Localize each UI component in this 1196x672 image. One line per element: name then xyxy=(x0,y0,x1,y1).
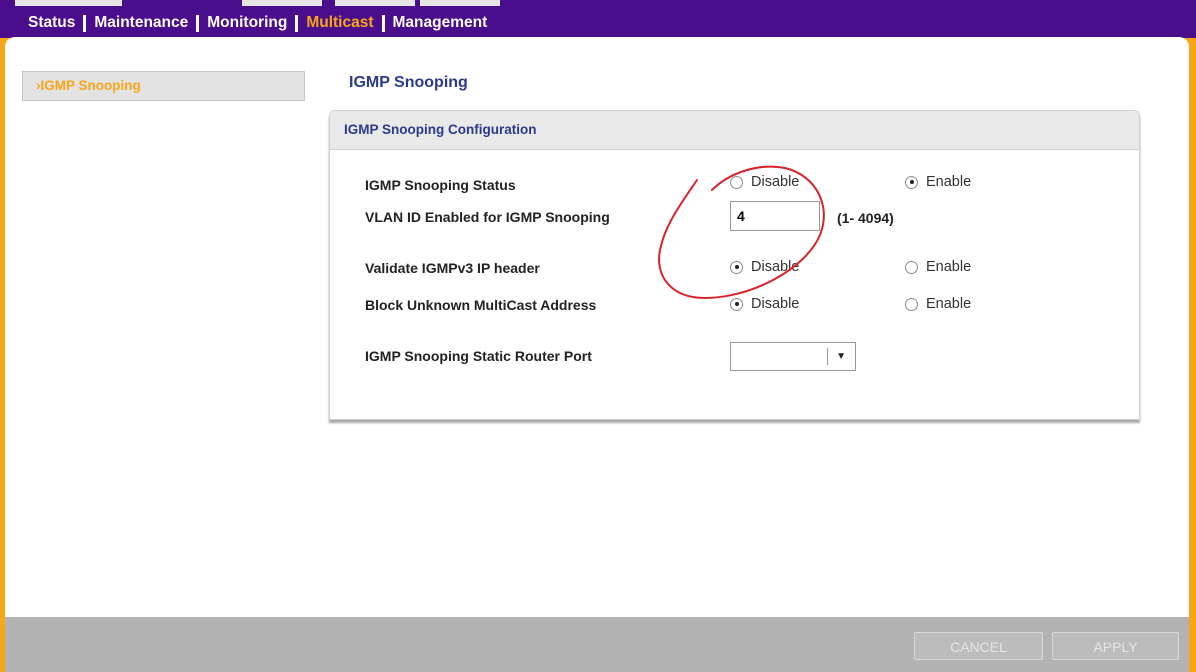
snooping-status-label: IGMP Snooping Status xyxy=(365,177,516,193)
sidebar-item-igmp-snooping[interactable]: ›IGMP Snooping xyxy=(22,71,305,101)
nav-item-management[interactable]: Management xyxy=(393,14,488,32)
snooping-status-enable-radio[interactable]: Enable xyxy=(905,174,971,190)
nav-separator xyxy=(196,14,200,32)
nav-separator xyxy=(381,14,385,32)
nav-item-multicast[interactable]: Multicast xyxy=(306,14,373,32)
apply-button[interactable]: APPLY xyxy=(1052,632,1179,660)
radio-circle-icon xyxy=(905,297,918,311)
main-nav: Status Maintenance Monitoring Multicast … xyxy=(28,13,487,33)
snooping-status-disable-radio[interactable]: Disable xyxy=(730,174,799,190)
radio-circle-selected-icon xyxy=(730,297,743,311)
select-divider xyxy=(827,348,828,365)
tab-stub xyxy=(15,0,122,6)
validate-igmpv3-enable-radio[interactable]: Enable xyxy=(905,259,971,275)
radio-label: Disable xyxy=(751,174,800,190)
vlan-id-label: VLAN ID Enabled for IGMP Snooping xyxy=(365,209,610,225)
config-panel: IGMP Snooping Configuration IGMP Snoopin… xyxy=(329,110,1140,420)
radio-label: Enable xyxy=(926,174,972,190)
validate-igmpv3-disable-radio[interactable]: Disable xyxy=(730,259,799,275)
radio-circle-icon xyxy=(905,260,918,274)
cancel-button[interactable]: CANCEL xyxy=(914,632,1043,660)
radio-label: Disable xyxy=(751,259,800,275)
chevron-down-icon: ▼ xyxy=(836,351,846,362)
vlan-id-input[interactable] xyxy=(730,201,820,231)
tab-stub xyxy=(335,0,415,6)
radio-label: Disable xyxy=(751,296,800,312)
block-unknown-multicast-label: Block Unknown MultiCast Address xyxy=(365,297,597,313)
tab-stub xyxy=(420,0,500,6)
nav-item-maintenance[interactable]: Maintenance xyxy=(94,14,188,32)
block-unknown-disable-radio[interactable]: Disable xyxy=(730,296,799,312)
static-router-port-select[interactable]: ▼ xyxy=(730,342,856,371)
block-unknown-enable-radio[interactable]: Enable xyxy=(905,296,971,312)
config-panel-header: IGMP Snooping Configuration xyxy=(330,111,1139,150)
nav-item-status[interactable]: Status xyxy=(28,14,75,32)
tab-stub xyxy=(242,0,322,6)
radio-circle-icon xyxy=(730,175,743,189)
validate-igmpv3-label: Validate IGMPv3 IP header xyxy=(365,260,540,276)
radio-circle-selected-icon xyxy=(905,175,918,189)
nav-separator xyxy=(83,14,87,32)
top-navigation-bar: Status Maintenance Monitoring Multicast … xyxy=(0,0,1196,38)
radio-circle-selected-icon xyxy=(730,260,743,274)
static-router-port-label: IGMP Snooping Static Router Port xyxy=(365,348,592,364)
page-title: IGMP Snooping xyxy=(349,74,468,91)
radio-label: Enable xyxy=(926,296,972,312)
nav-separator xyxy=(295,14,299,32)
vlan-id-range: (1- 4094) xyxy=(837,210,894,226)
nav-item-monitoring[interactable]: Monitoring xyxy=(207,14,287,32)
radio-label: Enable xyxy=(926,259,972,275)
